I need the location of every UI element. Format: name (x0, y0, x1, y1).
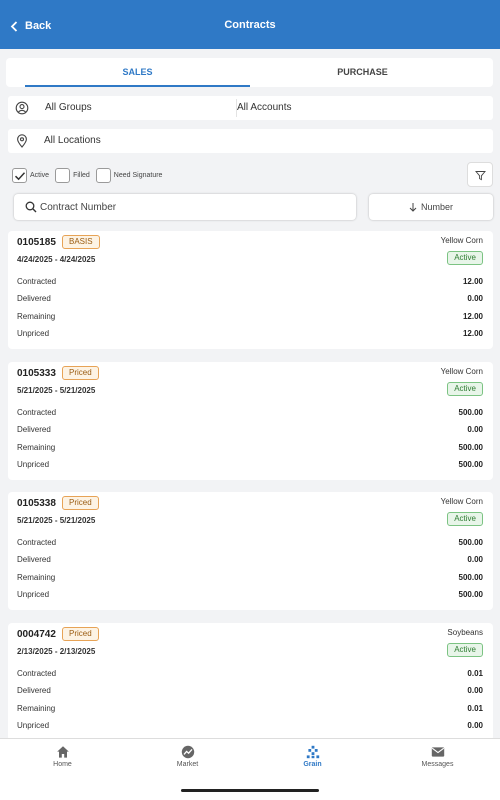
home-icon (56, 746, 69, 758)
status-badge: Active (447, 512, 483, 526)
contracted-value: 500.00 (458, 408, 483, 417)
envelope-icon (431, 747, 444, 757)
commodity-label: Soybeans (447, 628, 483, 637)
delivered-value: 0.00 (467, 425, 483, 434)
home-indicator (181, 789, 319, 792)
status-badge: Active (447, 382, 483, 396)
contract-search (14, 194, 356, 220)
contract-card[interactable]: 0105338 Priced 5/21/2025 - 5/21/2025 Yel… (8, 492, 493, 610)
commodity-label: Yellow Corn (440, 367, 483, 376)
unpriced-value: 0.00 (467, 721, 483, 730)
contracted-value: 12.00 (462, 277, 483, 286)
group-account-filter: All Groups All Accounts (8, 96, 493, 120)
remaining-label: Remaining (17, 704, 56, 713)
contract-type-badge: BASIS (62, 235, 100, 249)
contract-type-badge: Priced (62, 366, 99, 380)
contract-number: 0004742 (17, 629, 56, 640)
contract-number: 0105338 (17, 498, 56, 509)
contracted-value: 0.01 (467, 669, 483, 678)
unpriced-label: Unpriced (17, 460, 50, 469)
app-header: Back Contracts (0, 0, 500, 49)
unpriced-label: Unpriced (17, 721, 50, 730)
nav-market[interactable]: Market (125, 745, 250, 768)
location-filter: All Locations (8, 129, 493, 153)
filter-button[interactable] (467, 162, 493, 187)
active-checkbox-label: Active (30, 171, 50, 179)
nav-messages-label: Messages (421, 761, 454, 768)
page-title: Contracts (224, 19, 276, 31)
contract-type-badge: Priced (62, 627, 99, 641)
groups-select[interactable]: All Groups (45, 102, 92, 113)
nav-home[interactable]: Home (0, 745, 125, 768)
remaining-value: 0.01 (467, 704, 483, 713)
contract-card[interactable]: 0105333 Priced 5/21/2025 - 5/21/2025 Yel… (8, 362, 493, 480)
remaining-label: Remaining (17, 573, 56, 582)
contracted-label: Contracted (17, 669, 57, 678)
delivered-label: Delivered (17, 294, 51, 303)
need-signature-checkbox-label: Need Signature (113, 171, 163, 179)
filled-checkbox-label: Filled (73, 171, 90, 179)
commodity-label: Yellow Corn (440, 236, 483, 245)
delivered-value: 0.00 (467, 294, 483, 303)
contracted-label: Contracted (17, 408, 57, 417)
arrow-down-icon (409, 203, 417, 212)
market-icon (181, 745, 194, 759)
commodity-label: Yellow Corn (440, 497, 483, 506)
checkmark-icon (14, 171, 26, 180)
remaining-value: 12.00 (462, 312, 483, 321)
contracted-value: 500.00 (458, 538, 483, 547)
bottom-nav: Home Market Grain Messages (0, 738, 500, 800)
accounts-select[interactable]: All Accounts (237, 102, 291, 113)
contract-dates: 5/21/2025 - 5/21/2025 (17, 386, 96, 395)
funnel-icon (475, 171, 486, 181)
unpriced-label: Unpriced (17, 329, 50, 338)
contract-card[interactable]: 0004742 Priced 2/13/2025 - 2/13/2025 Soy… (8, 623, 493, 741)
nav-grain[interactable]: Grain (250, 745, 375, 768)
unpriced-value: 12.00 (462, 329, 483, 338)
search-icon (25, 201, 37, 213)
need-signature-checkbox[interactable] (95, 167, 111, 183)
nav-messages[interactable]: Messages (375, 745, 500, 768)
delivered-value: 0.00 (467, 555, 483, 564)
delivered-label: Delivered (17, 555, 51, 564)
remaining-value: 500.00 (458, 573, 483, 582)
contracted-label: Contracted (17, 538, 57, 547)
delivered-value: 0.00 (467, 686, 483, 695)
unpriced-value: 500.00 (458, 590, 483, 599)
contract-dates: 2/13/2025 - 2/13/2025 (17, 647, 96, 656)
contract-number: 0105185 (17, 237, 56, 248)
grain-icon (306, 745, 319, 759)
nav-grain-label: Grain (303, 761, 322, 768)
search-input[interactable] (40, 197, 340, 217)
unpriced-value: 500.00 (458, 460, 483, 469)
contract-type-badge: Priced (62, 496, 99, 510)
status-checkboxes: Active Filled Need Signature (12, 167, 168, 183)
contracted-label: Contracted (17, 277, 57, 286)
locations-select[interactable]: All Locations (44, 135, 101, 146)
delivered-label: Delivered (17, 686, 51, 695)
nav-market-label: Market (176, 761, 199, 768)
status-badge: Active (447, 251, 483, 265)
remaining-label: Remaining (17, 312, 56, 321)
contract-card[interactable]: 0105185 BASIS 4/24/2025 - 4/24/2025 Yell… (8, 231, 493, 349)
active-checkbox[interactable] (12, 167, 27, 183)
filled-checkbox[interactable] (55, 167, 71, 183)
user-circle-icon (15, 101, 29, 115)
tab-purchase[interactable]: PURCHASE (250, 58, 475, 87)
tab-sales[interactable]: SALES (25, 58, 250, 87)
remaining-label: Remaining (17, 443, 56, 452)
sort-label: Number (420, 202, 453, 212)
unpriced-label: Unpriced (17, 590, 50, 599)
contract-dates: 4/24/2025 - 4/24/2025 (17, 255, 96, 264)
remaining-value: 500.00 (458, 443, 483, 452)
nav-home-label: Home (53, 761, 72, 768)
location-pin-icon (17, 134, 27, 148)
sort-button[interactable]: Number (369, 194, 493, 220)
tab-bar: SALES PURCHASE (6, 58, 493, 87)
contract-dates: 5/21/2025 - 5/21/2025 (17, 516, 96, 525)
contract-number: 0105333 (17, 368, 56, 379)
status-badge: Active (447, 643, 483, 657)
delivered-label: Delivered (17, 425, 51, 434)
